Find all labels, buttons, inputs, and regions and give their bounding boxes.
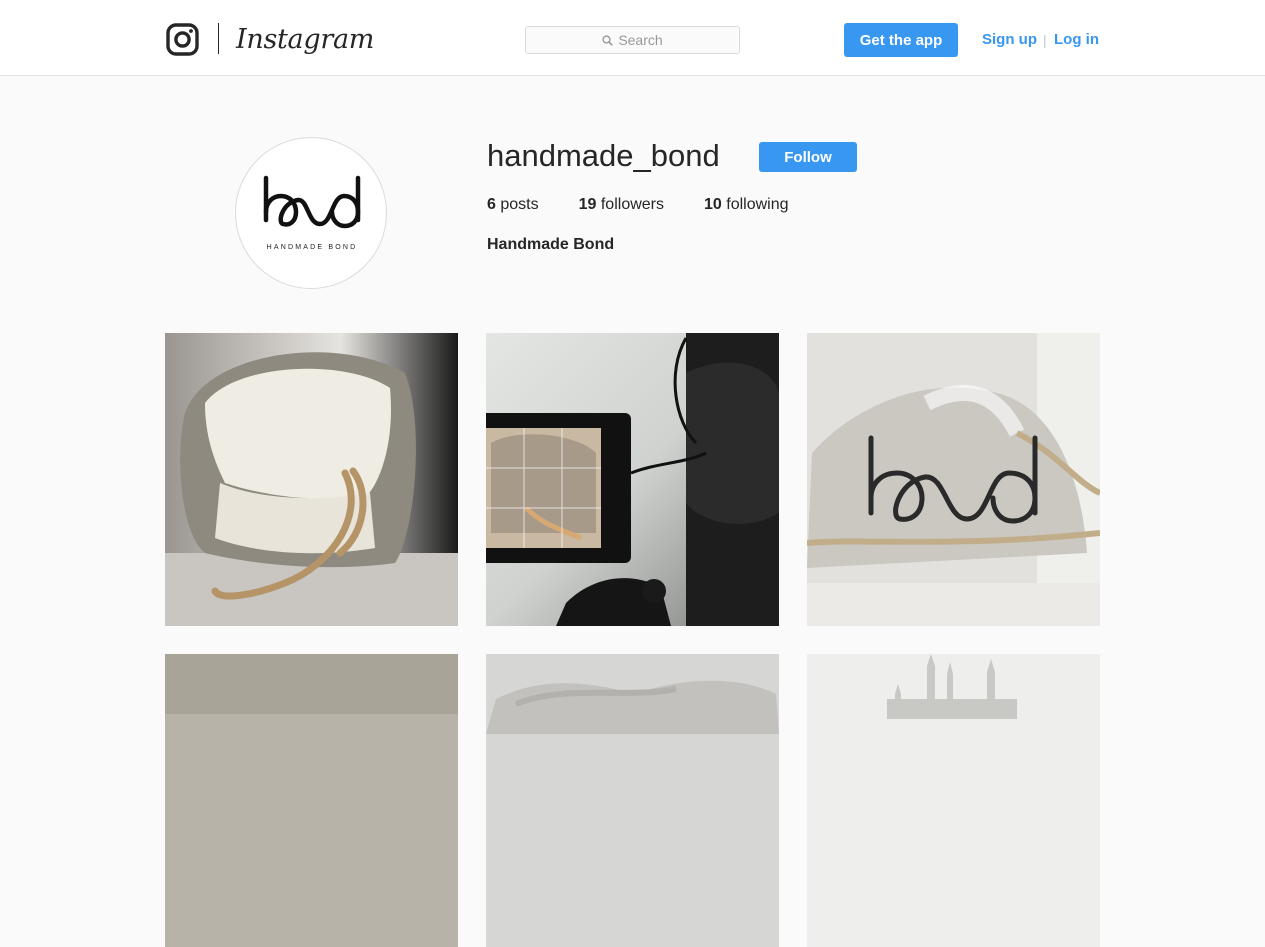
- followers-count: 19: [578, 196, 597, 213]
- posts-label: posts: [500, 196, 539, 213]
- posts-stat: 6 posts: [487, 195, 539, 215]
- following-count: 10: [704, 196, 722, 213]
- followers-stat[interactable]: 19 followers: [579, 195, 664, 215]
- following-stat[interactable]: 10 following: [704, 195, 789, 215]
- post-thumbnail[interactable]: [165, 333, 458, 626]
- profile-avatar[interactable]: HANDMADE BOND: [235, 137, 387, 289]
- search-input[interactable]: Search: [525, 26, 740, 54]
- post-thumbnail[interactable]: [807, 333, 1100, 626]
- instagram-wordmark-logo[interactable]: Instagram: [236, 20, 374, 60]
- post-thumbnail[interactable]: [486, 654, 779, 947]
- header-divider: [218, 23, 219, 54]
- post-thumbnail[interactable]: [807, 654, 1100, 947]
- profile-stats: 6 posts 19 followers 10 following: [487, 195, 829, 215]
- profile-full-name: Handmade Bond: [487, 236, 615, 253]
- top-navigation-bar: Instagram Search Get the app Sign up | L…: [0, 0, 1265, 76]
- log-in-link[interactable]: Log in: [1054, 30, 1099, 50]
- following-label: following: [726, 196, 789, 213]
- auth-separator: |: [1043, 32, 1047, 48]
- follow-button[interactable]: Follow: [759, 142, 857, 172]
- sign-up-link[interactable]: Sign up: [982, 30, 1037, 50]
- post-thumbnail[interactable]: [165, 654, 458, 947]
- profile-username: handmade_bond: [487, 138, 720, 173]
- instagram-glyph-icon[interactable]: [166, 23, 199, 56]
- avatar-caption: HANDMADE BOND: [267, 244, 358, 251]
- followers-label: followers: [600, 196, 664, 213]
- search-icon: [602, 34, 614, 46]
- posts-count: 6: [487, 196, 496, 213]
- svg-text:HANDMADE BOND: HANDMADE BOND: [267, 244, 358, 251]
- post-thumbnail[interactable]: [486, 333, 779, 626]
- search-placeholder: Search: [618, 32, 663, 48]
- get-the-app-button[interactable]: Get the app: [844, 23, 958, 57]
